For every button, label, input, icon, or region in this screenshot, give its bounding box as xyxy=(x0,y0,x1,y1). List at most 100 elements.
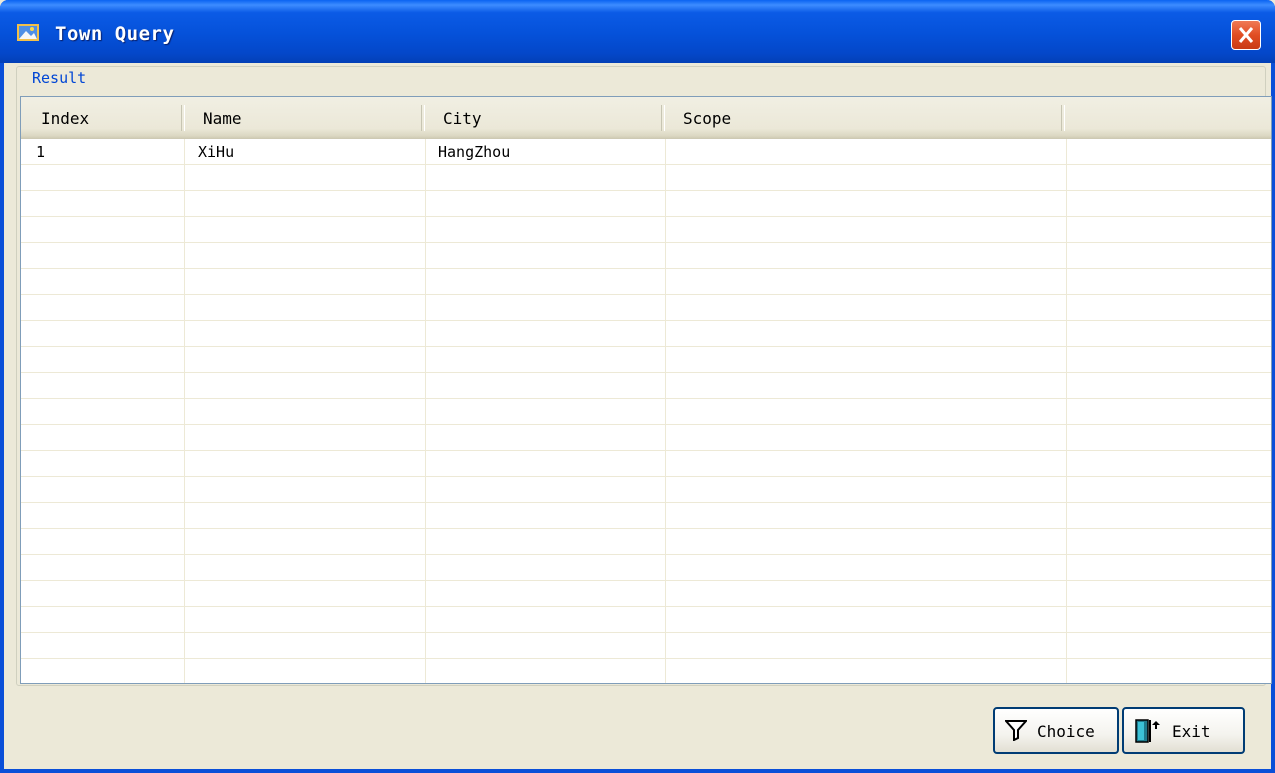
cell-scope xyxy=(663,529,1063,554)
cell-city xyxy=(423,529,663,554)
table-row[interactable] xyxy=(21,165,1271,191)
cell-name xyxy=(183,321,423,346)
cell-scope xyxy=(663,581,1063,606)
cell-city xyxy=(423,373,663,398)
cell-index xyxy=(21,581,183,606)
close-button[interactable] xyxy=(1231,20,1261,50)
cell-scope xyxy=(663,269,1063,294)
cell-extra xyxy=(1063,269,1271,294)
table-row[interactable] xyxy=(21,555,1271,581)
table-row[interactable] xyxy=(21,217,1271,243)
cell-index xyxy=(21,217,183,242)
cell-city: HangZhou xyxy=(438,143,511,161)
cell-city xyxy=(423,503,663,528)
cell-extra xyxy=(1063,373,1271,398)
table-row[interactable] xyxy=(21,399,1271,425)
cell-name xyxy=(183,295,423,320)
cell-index xyxy=(21,321,183,346)
cell-name xyxy=(183,165,423,190)
cell-extra xyxy=(1063,243,1271,268)
cell-extra xyxy=(1063,451,1271,476)
table-row[interactable] xyxy=(21,503,1271,529)
window-title: Town Query xyxy=(55,23,175,45)
cell-scope xyxy=(663,477,1063,502)
table-row[interactable] xyxy=(21,373,1271,399)
table-row[interactable] xyxy=(21,659,1271,683)
table-row[interactable] xyxy=(21,581,1271,607)
column-header-city[interactable]: City xyxy=(423,97,663,139)
cell-name xyxy=(183,399,423,424)
cell-city xyxy=(423,295,663,320)
cell-city xyxy=(423,607,663,632)
table-row[interactable] xyxy=(21,607,1271,633)
table-row[interactable] xyxy=(21,477,1271,503)
cell-city xyxy=(423,217,663,242)
table-row[interactable] xyxy=(21,321,1271,347)
cell-scope xyxy=(663,165,1063,190)
cell-index xyxy=(21,503,183,528)
cell-scope xyxy=(663,503,1063,528)
cell-city xyxy=(423,243,663,268)
cell-index xyxy=(21,451,183,476)
cell-city xyxy=(423,659,663,683)
table-row[interactable] xyxy=(21,269,1271,295)
app-picture-icon xyxy=(17,24,39,41)
cell-extra xyxy=(1063,477,1271,502)
door-exit-icon xyxy=(1134,719,1160,747)
choice-button-label: Choice xyxy=(1037,722,1095,741)
column-header-empty[interactable] xyxy=(1063,97,1271,139)
cell-name xyxy=(183,659,423,683)
cell-extra xyxy=(1063,165,1271,190)
table-row[interactable] xyxy=(21,451,1271,477)
cell-index xyxy=(21,295,183,320)
cell-city xyxy=(423,321,663,346)
table-row[interactable] xyxy=(21,295,1271,321)
cell-extra xyxy=(1063,633,1271,658)
column-header-index[interactable]: Index xyxy=(21,97,183,139)
exit-button-label: Exit xyxy=(1172,722,1211,741)
cell-extra xyxy=(1063,529,1271,554)
table-row[interactable] xyxy=(21,347,1271,373)
cell-scope xyxy=(663,607,1063,632)
cell-name xyxy=(183,607,423,632)
cell-city xyxy=(423,347,663,372)
cell-scope xyxy=(663,399,1063,424)
cell-extra xyxy=(1063,139,1271,164)
cell-index xyxy=(21,191,183,216)
cell-index xyxy=(21,425,183,450)
exit-button[interactable]: Exit xyxy=(1122,707,1245,754)
cell-scope xyxy=(663,217,1063,242)
close-icon xyxy=(1238,27,1254,43)
result-table[interactable]: Index Name City Scope 1 XiHu HangZhou xyxy=(20,96,1272,684)
cell-extra xyxy=(1063,347,1271,372)
town-query-window: Town Query Result Index Name City Scope … xyxy=(0,0,1275,773)
cell-scope xyxy=(663,139,1063,164)
table-row[interactable] xyxy=(21,425,1271,451)
table-row[interactable] xyxy=(21,633,1271,659)
table-row[interactable] xyxy=(21,191,1271,217)
cell-extra xyxy=(1063,607,1271,632)
cell-scope xyxy=(663,295,1063,320)
choice-button[interactable]: Choice xyxy=(993,707,1119,754)
column-header-name[interactable]: Name xyxy=(183,97,423,139)
cell-extra xyxy=(1063,503,1271,528)
cell-index xyxy=(21,373,183,398)
cell-name xyxy=(183,217,423,242)
cell-scope xyxy=(663,659,1063,683)
cell-scope xyxy=(663,451,1063,476)
title-bar[interactable]: Town Query xyxy=(0,0,1275,63)
table-body: 1 XiHu HangZhou xyxy=(21,139,1271,683)
cell-city xyxy=(423,477,663,502)
cell-city xyxy=(423,451,663,476)
table-row[interactable]: 1 XiHu HangZhou xyxy=(21,139,1271,165)
table-row[interactable] xyxy=(21,243,1271,269)
table-row[interactable] xyxy=(21,529,1271,555)
cell-name xyxy=(183,633,423,658)
cell-city xyxy=(423,165,663,190)
cell-extra xyxy=(1063,191,1271,216)
cell-name xyxy=(183,477,423,502)
cell-index xyxy=(21,269,183,294)
cell-city xyxy=(423,555,663,580)
cell-extra xyxy=(1063,581,1271,606)
column-header-scope[interactable]: Scope xyxy=(663,97,1063,139)
